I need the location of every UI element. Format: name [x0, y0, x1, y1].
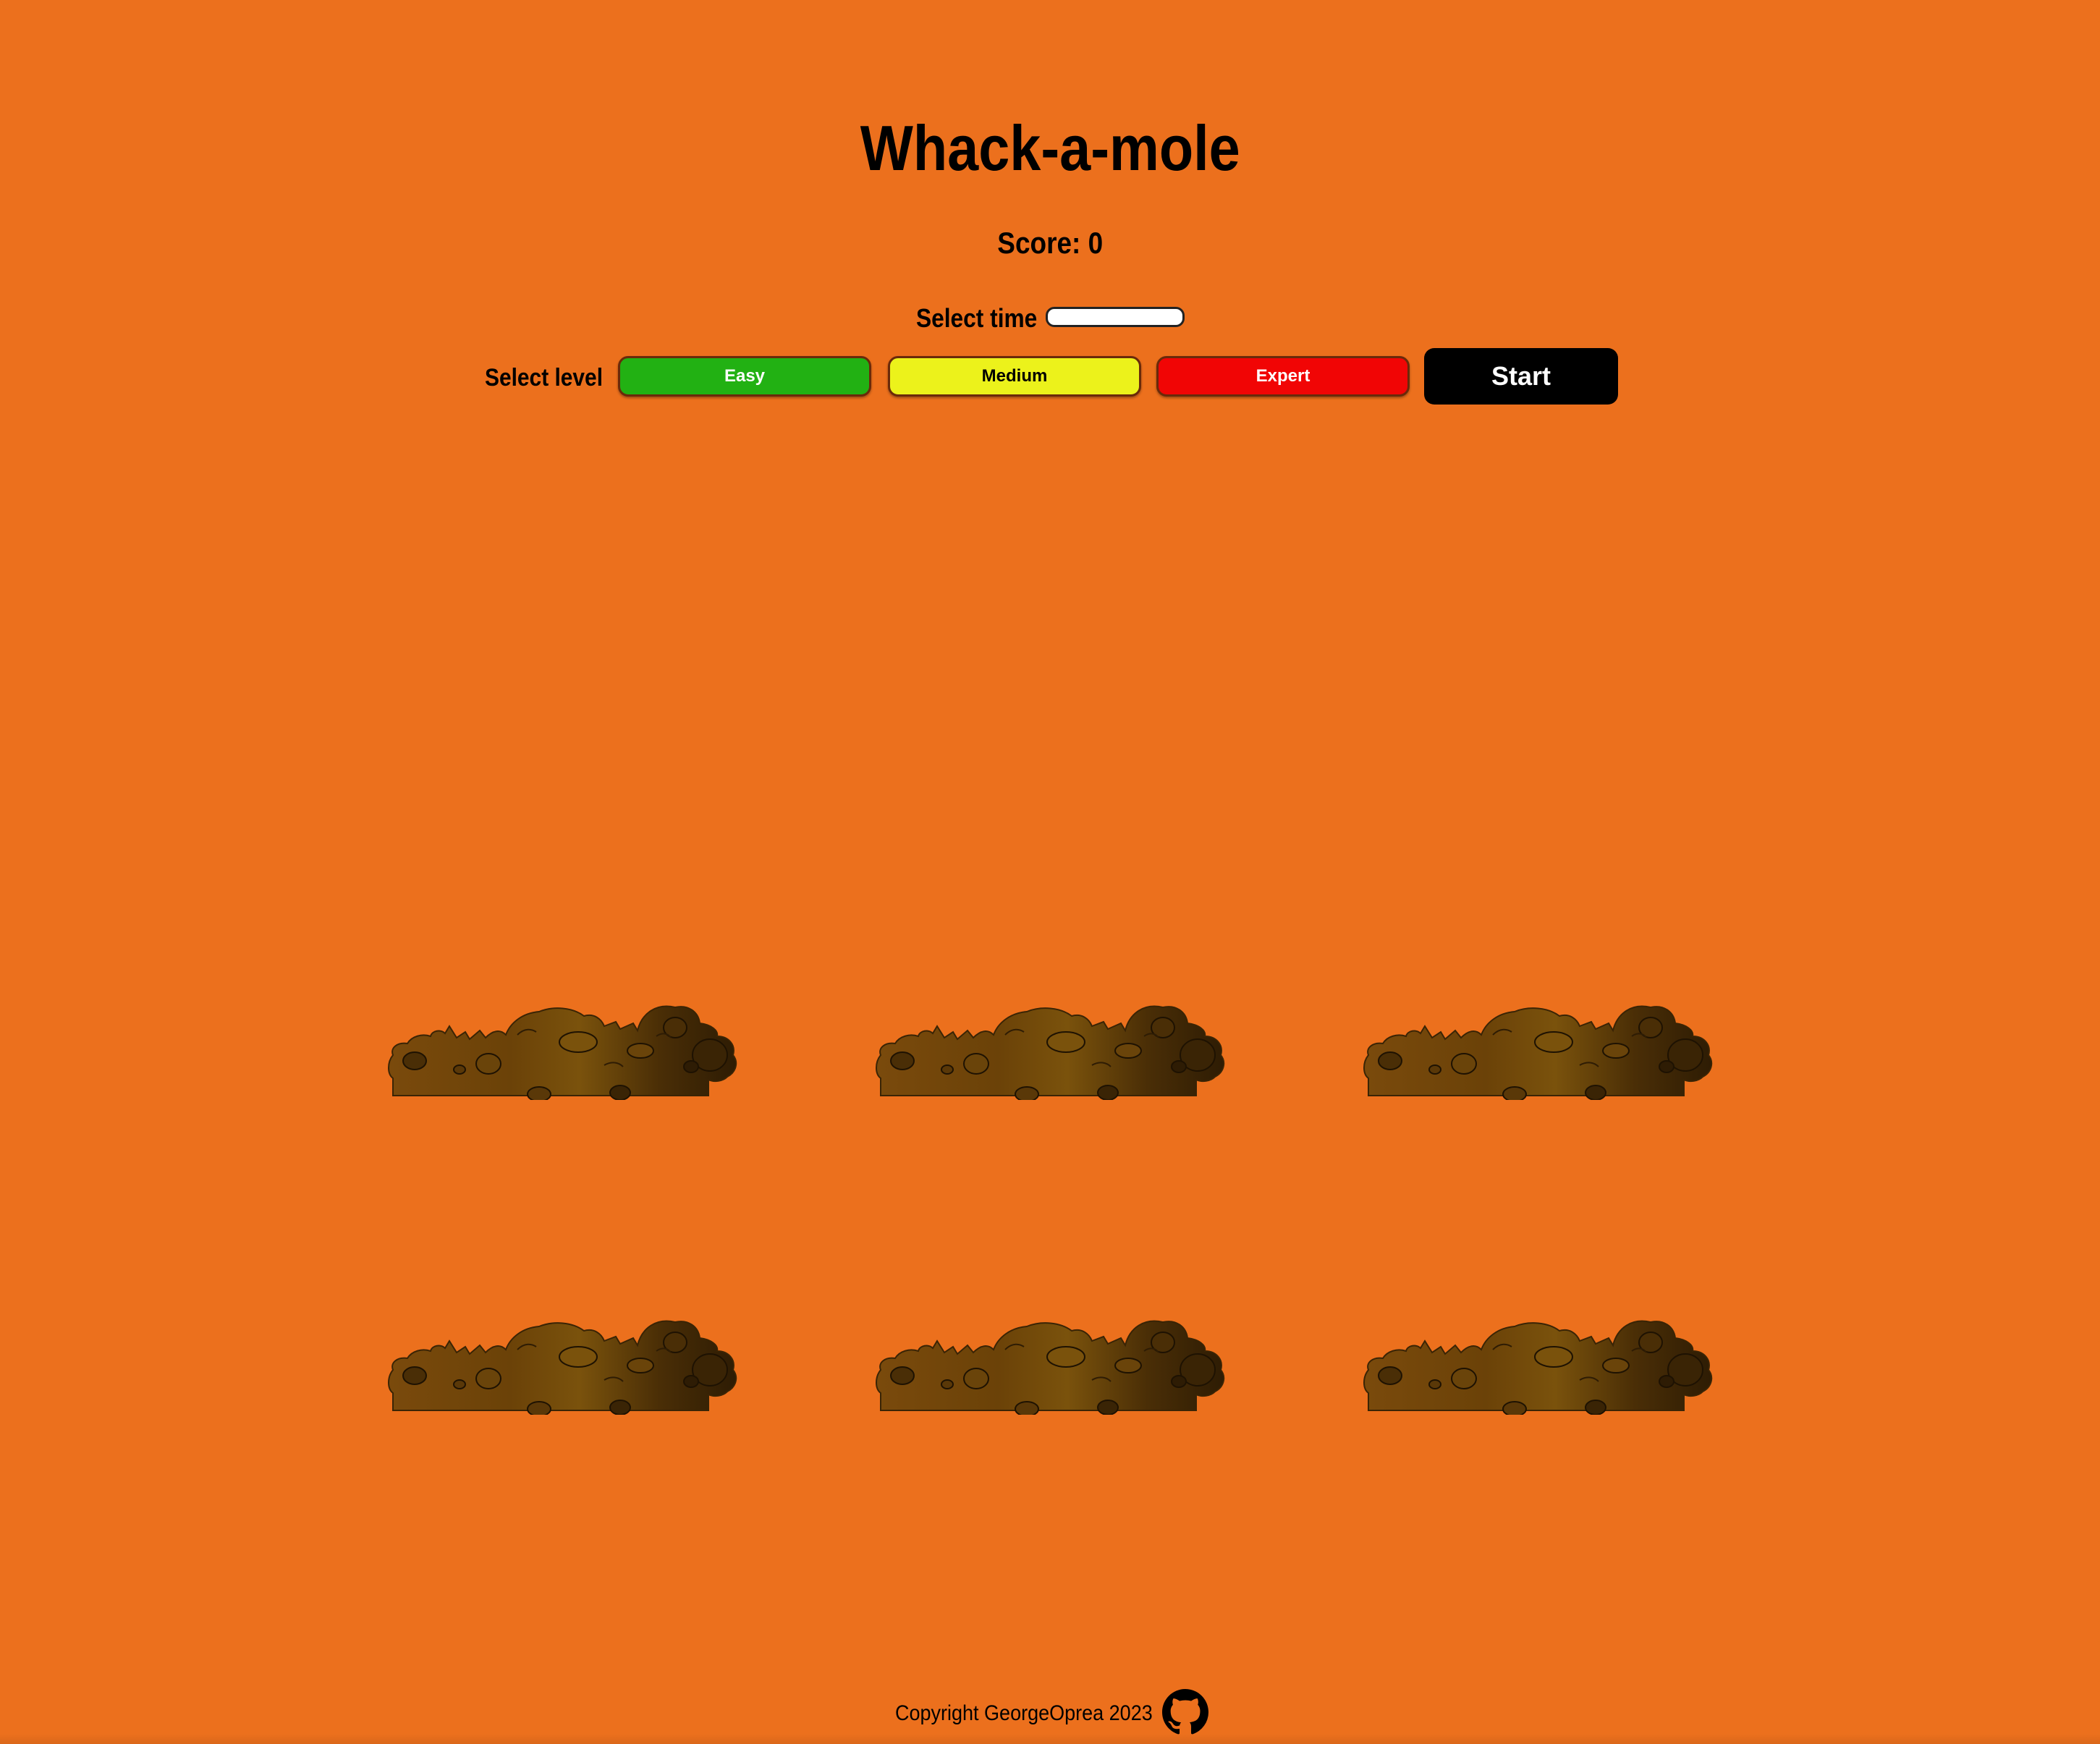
mole-hole-2[interactable]	[875, 991, 1229, 1100]
mole-hole-5[interactable]	[875, 1306, 1229, 1415]
medium-level-button[interactable]: Medium	[888, 356, 1141, 397]
dirt-pile-icon	[387, 991, 742, 1100]
dirt-pile-icon	[875, 991, 1229, 1100]
dirt-pile-icon	[1363, 1306, 1717, 1415]
score-label: Score:	[997, 226, 1088, 260]
page-title: Whack-a-mole	[860, 112, 1240, 184]
bottom-edge	[0, 1734, 2100, 1744]
game-page: Whack-a-mole Score: 0 Select time Select…	[0, 0, 2100, 1744]
select-time-label: Select time	[916, 303, 1038, 333]
mole-hole-6[interactable]	[1363, 1306, 1717, 1415]
mole-hole-3[interactable]	[1363, 991, 1717, 1100]
expert-level-button[interactable]: Expert	[1156, 356, 1410, 397]
dirt-pile-icon	[875, 1306, 1229, 1415]
mole-hole-4[interactable]	[387, 1306, 742, 1415]
score-display: Score: 0	[126, 223, 1974, 263]
copyright-text: Copyright GeorgeOprea 2023	[895, 1701, 1153, 1725]
easy-level-button[interactable]: Easy	[618, 356, 871, 397]
score-value: 0	[1088, 226, 1104, 260]
dirt-pile-icon	[1363, 991, 1717, 1100]
time-input[interactable]	[1046, 307, 1185, 327]
start-button[interactable]: Start	[1424, 348, 1618, 405]
github-icon	[1162, 1689, 1208, 1735]
github-link[interactable]	[1162, 1689, 1208, 1735]
mole-hole-1[interactable]	[387, 991, 742, 1100]
dirt-pile-icon	[387, 1306, 742, 1415]
select-level-label: Select level	[485, 364, 604, 391]
